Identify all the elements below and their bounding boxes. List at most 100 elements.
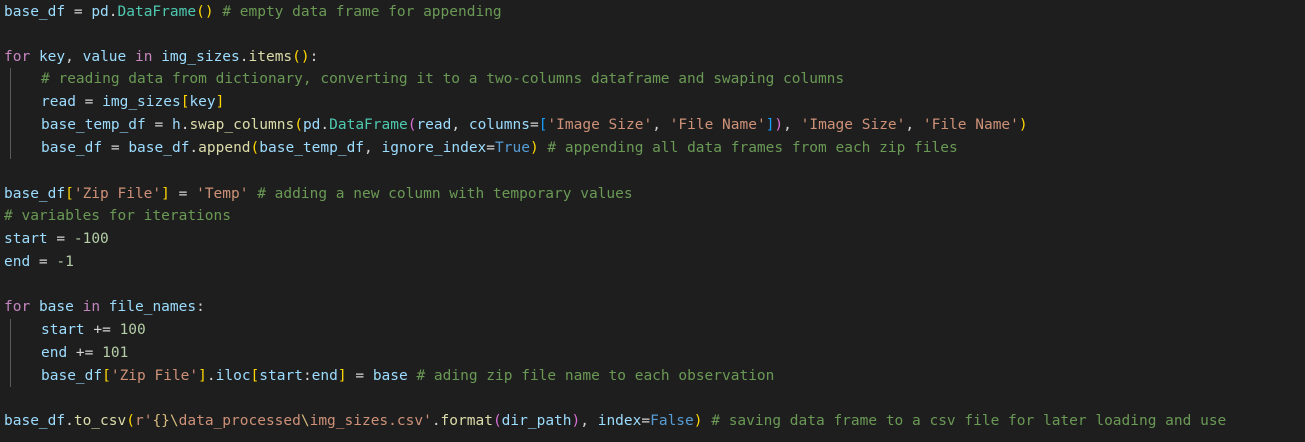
code-token: +=: [84, 322, 120, 338]
code-token: read: [416, 117, 452, 133]
code-line[interactable]: end = -1: [4, 251, 74, 274]
code-line[interactable]: for base in file_names:: [4, 296, 205, 319]
code-token: True: [495, 140, 530, 156]
code-token: key: [189, 94, 216, 110]
code-token: img_sizes: [102, 94, 181, 110]
code-token: =: [47, 231, 74, 247]
code-line[interactable]: base_df['Zip File'] = 'Temp' # adding a …: [4, 183, 633, 206]
code-token: key: [38, 49, 66, 65]
code-token: ): [571, 413, 581, 429]
code-token: (): [196, 4, 214, 20]
code-token: iloc: [215, 368, 251, 384]
code-token: ignore_index: [381, 140, 487, 156]
code-token: # reading data from dictionary, converti…: [41, 71, 845, 87]
code-token: r': [134, 413, 153, 429]
code-token: :: [196, 299, 205, 315]
code-token: for: [4, 49, 31, 65]
code-token: -100: [73, 231, 109, 247]
code-token: [: [102, 368, 111, 384]
code-token: end: [311, 368, 338, 384]
code-token: DataFrame: [117, 4, 197, 20]
code-line[interactable]: read = img_sizes[key]: [41, 91, 224, 114]
code-line[interactable]: end += 101: [41, 342, 128, 365]
code-token: ,: [905, 117, 923, 133]
code-token: [: [65, 186, 74, 202]
code-line[interactable]: start = -100: [4, 228, 109, 251]
code-token: 'Temp': [196, 186, 249, 202]
code-token: img_sizes.csv': [309, 413, 432, 429]
code-token: +=: [67, 345, 103, 361]
code-token: # empty data frame for appending: [222, 4, 502, 20]
code-token: .: [320, 117, 330, 133]
code-line[interactable]: # variables for iterations: [4, 205, 231, 228]
code-token: (: [250, 140, 260, 156]
code-token: start: [41, 322, 85, 338]
code-token: 'Zip File': [73, 186, 162, 202]
code-token: =: [486, 140, 496, 156]
code-token: 100: [119, 322, 146, 338]
code-line[interactable]: for key, value in img_sizes.items():: [4, 46, 318, 69]
code-line[interactable]: start += 100: [41, 319, 146, 342]
code-token: .: [239, 49, 249, 65]
code-token: =: [65, 4, 92, 20]
code-token: [: [250, 368, 260, 384]
code-token: ): [529, 140, 539, 156]
code-token: swap_columns: [189, 117, 295, 133]
code-line[interactable]: base_df['Zip File'].iloc[start:end] = ba…: [41, 365, 774, 388]
code-token: base_df: [4, 413, 66, 429]
code-token: end: [4, 254, 31, 270]
code-token: file_names: [108, 299, 197, 315]
code-line[interactable]: # reading data from dictionary, converti…: [41, 68, 844, 91]
code-token: -1: [56, 254, 74, 270]
code-token: ]: [215, 94, 225, 110]
code-token: for: [4, 299, 31, 315]
code-token: h: [171, 117, 181, 133]
code-token: to_csv: [73, 413, 127, 429]
code-token: base: [38, 299, 74, 315]
code-token: =: [75, 94, 103, 110]
code-token: format: [440, 413, 493, 429]
code-editor[interactable]: base_df = pd.DataFrame() # empty data fr…: [0, 0, 1305, 442]
code-token: \: [169, 413, 179, 429]
code-token: start: [259, 368, 303, 384]
code-token: in: [82, 299, 101, 315]
code-token: pd: [302, 117, 321, 133]
code-token: # adding a new column with temporary val…: [257, 186, 633, 202]
code-token: base_df: [4, 4, 66, 20]
code-line[interactable]: base_df = base_df.append(base_temp_df, i…: [41, 137, 958, 160]
code-token: {}: [152, 413, 170, 429]
code-token: # saving data frame to a csv file for la…: [711, 413, 1227, 429]
code-token: (: [126, 413, 135, 429]
code-token: ,: [65, 49, 83, 65]
code-token: base_temp_df: [41, 117, 146, 133]
code-token: :: [302, 368, 312, 384]
code-token: pd: [91, 4, 109, 20]
code-line[interactable]: base_df.to_csv(r'{}\data_processed\img_s…: [4, 410, 1226, 433]
code-token: base_df: [128, 140, 190, 156]
code-token: 101: [102, 345, 129, 361]
code-token: ): [774, 117, 784, 133]
code-token: items: [248, 49, 293, 65]
code-token: 'Image Size': [547, 117, 653, 133]
code-token: columns: [468, 117, 530, 133]
code-token: =: [145, 117, 172, 133]
code-token: data_processed: [178, 413, 301, 429]
code-token: base: [372, 368, 408, 384]
code-line[interactable]: base_df = pd.DataFrame() # empty data fr…: [4, 1, 502, 24]
indent-guide: [10, 68, 11, 159]
code-token: .: [431, 413, 441, 429]
code-token: =: [641, 413, 651, 429]
code-token: append: [198, 140, 251, 156]
code-token: =: [30, 254, 57, 270]
code-token: (: [294, 117, 303, 133]
code-token: ]: [337, 368, 347, 384]
code-line[interactable]: base_temp_df = h.swap_columns(pd.DataFra…: [41, 114, 1028, 137]
code-token: ,: [652, 117, 670, 133]
code-token: ]: [161, 186, 170, 202]
